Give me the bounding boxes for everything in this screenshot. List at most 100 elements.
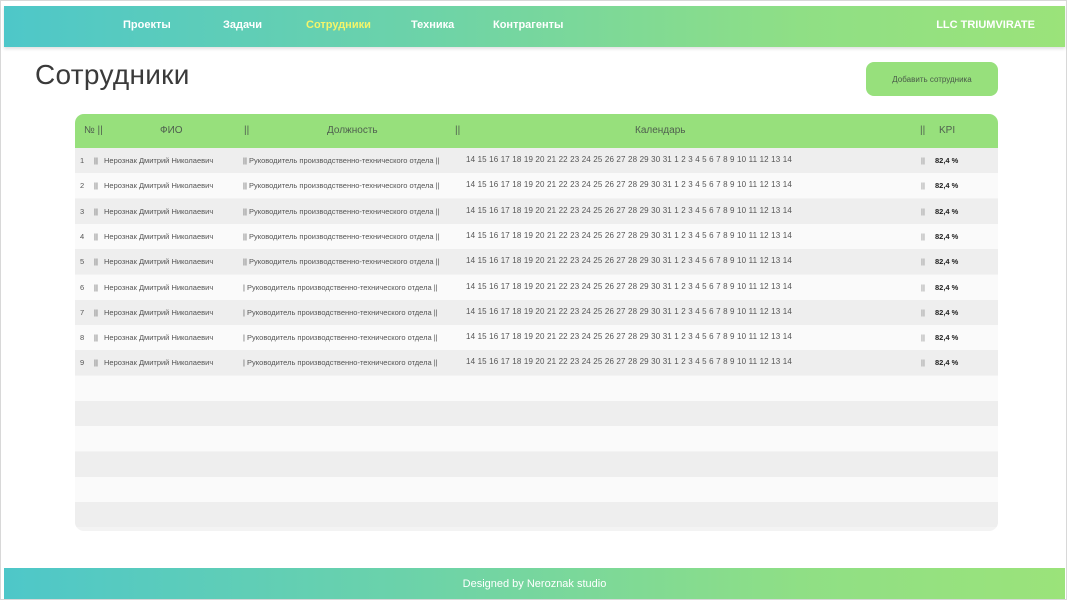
row-num: 1 [80,156,85,165]
brand-name[interactable]: LLC TRIUMVIRATE [936,19,1035,31]
table-row[interactable]: 9 || Нерознак Дмитрий Николаевич | Руководи… [75,350,998,376]
header-num: № || [84,125,103,136]
row-num: 2 [80,181,85,191]
app-window: Проекты Задачи Сотрудники Техника Контра… [0,0,1067,600]
table-row-empty [75,426,998,452]
row-separator: || [921,282,925,292]
table-row[interactable]: 2 || Нерознак Дмитрий Николаевич || Руковод… [75,173,998,199]
table-row-empty [75,375,998,401]
row-calendar-days: 14 15 16 17 18 19 20 21 22 23 24 25 26 2… [466,180,792,190]
row-position: || Руководитель производственно-техничес… [243,206,440,216]
row-separator: || [921,231,925,241]
header-separator: || [920,125,926,136]
row-separator: || [921,206,925,216]
table-row[interactable]: 6 || Нерознак Дмитрий Николаевич | Руководи… [75,274,998,300]
nav-item-projects[interactable]: Проекты [123,19,171,31]
row-separator: || [94,358,98,368]
table-row[interactable]: 4 || Нерознак Дмитрий Николаевич || Руковод… [75,223,998,249]
nav-item-tasks[interactable]: Задачи [223,19,262,31]
row-kpi: 82,4 % [935,282,959,292]
row-fio: Нерознак Дмитрий Николаевич [104,156,214,165]
row-position: | Руководитель производственно-техническ… [243,282,438,292]
employees-table: № || ФИО || Должность || Календарь || KP… [75,114,998,531]
row-fio: Нерознак Дмитрий Николаевич [104,231,214,241]
row-kpi: 82,4 % [935,307,959,317]
row-fio: Нерознак Дмитрий Николаевич [104,358,214,368]
row-num: 5 [80,257,85,267]
row-separator: || [921,307,925,317]
row-calendar-days: 14 15 16 17 18 19 20 21 22 23 24 25 26 2… [466,205,792,215]
page-title: Сотрудники [35,59,190,90]
row-calendar-days: 14 15 16 17 18 19 20 21 22 23 24 25 26 2… [466,306,792,316]
row-num: 4 [80,231,85,241]
row-kpi: 82,4 % [935,231,959,241]
row-num: 7 [80,307,85,317]
row-kpi: 82,4 % [935,333,959,343]
table-header: № || ФИО || Должность || Календарь || KP… [75,114,998,148]
row-kpi: 82,4 % [935,181,959,191]
row-separator: || [94,307,98,317]
row-fio: Нерознак Дмитрий Николаевич [104,206,214,216]
row-separator: || [921,257,925,267]
row-separator: || [921,333,925,343]
add-employee-button[interactable]: Добавить сотрудника [866,62,998,96]
nav-item-equipment[interactable]: Техника [411,19,454,31]
header-fio: ФИО [160,125,183,136]
table-row[interactable]: 3 || Нерознак Дмитрий Николаевич || Руковод… [75,198,998,224]
table-row[interactable]: 8 || Нерознак Дмитрий Николаевич | Руководи… [75,325,998,351]
row-num: 8 [80,333,85,343]
row-separator: || [921,156,925,165]
row-kpi: 82,4 % [935,156,959,165]
row-separator: || [94,181,98,191]
row-separator: || [94,257,98,267]
header-calendar: Календарь [635,125,686,136]
footer: Designed by Neroznak studio [4,568,1065,599]
top-navbar: Проекты Задачи Сотрудники Техника Контра… [4,6,1065,47]
header-separator: || [244,125,250,136]
row-kpi: 82,4 % [935,257,959,267]
row-separator: || [94,333,98,343]
row-fio: Нерознак Дмитрий Николаевич [104,257,214,267]
row-fio: Нерознак Дмитрий Николаевич [104,333,214,343]
header-position: Должность [327,125,378,136]
row-kpi: 82,4 % [935,206,959,216]
row-fio: Нерознак Дмитрий Николаевич [104,282,214,292]
row-position: || Руководитель производственно-техничес… [243,156,440,165]
row-calendar-days: 14 15 16 17 18 19 20 21 22 23 24 25 26 2… [466,155,792,164]
row-num: 3 [80,206,85,216]
row-position: | Руководитель производственно-техническ… [243,333,438,343]
row-calendar-days: 14 15 16 17 18 19 20 21 22 23 24 25 26 2… [466,256,792,266]
table-row-empty [75,401,998,426]
row-num: 6 [80,282,85,292]
header-separator: || [455,125,461,136]
row-position: | Руководитель производственно-техническ… [243,358,438,368]
nav-item-contractors[interactable]: Контрагенты [493,19,563,31]
row-position: || Руководитель производственно-техничес… [243,257,440,267]
table-row[interactable]: 7 || Нерознак Дмитрий Николаевич | Руководи… [75,299,998,325]
table-row[interactable]: 5 || Нерознак Дмитрий Николаевич || Руковод… [75,249,998,275]
table-row-empty [75,476,998,502]
row-kpi: 82,4 % [935,358,959,368]
row-position: || Руководитель производственно-техничес… [243,231,440,241]
row-fio: Нерознак Дмитрий Николаевич [104,307,214,317]
footer-credit: Designed by Neroznak studio [462,577,607,590]
row-calendar-days: 14 15 16 17 18 19 20 21 22 23 24 25 26 2… [466,332,792,342]
nav-item-employees[interactable]: Сотрудники [306,19,371,31]
row-position: || Руководитель производственно-техничес… [243,181,440,191]
table-row[interactable]: 1 || Нерознак Дмитрий Николаевич || Руковод… [75,148,998,173]
table-row-empty [75,451,998,477]
row-separator: || [94,206,98,216]
row-calendar-days: 14 15 16 17 18 19 20 21 22 23 24 25 26 2… [466,357,792,367]
row-separator: || [94,231,98,241]
row-calendar-days: 14 15 16 17 18 19 20 21 22 23 24 25 26 2… [466,230,792,240]
row-position: | Руководитель производственно-техническ… [243,307,438,317]
header-kpi: KPI [939,125,956,136]
table-row-empty [75,502,998,528]
row-separator: || [94,282,98,292]
row-calendar-days: 14 15 16 17 18 19 20 21 22 23 24 25 26 2… [466,281,792,291]
row-fio: Нерознак Дмитрий Николаевич [104,181,214,191]
row-separator: || [921,181,925,191]
row-num: 9 [80,358,85,368]
row-separator: || [921,358,925,368]
row-separator: || [94,156,98,165]
